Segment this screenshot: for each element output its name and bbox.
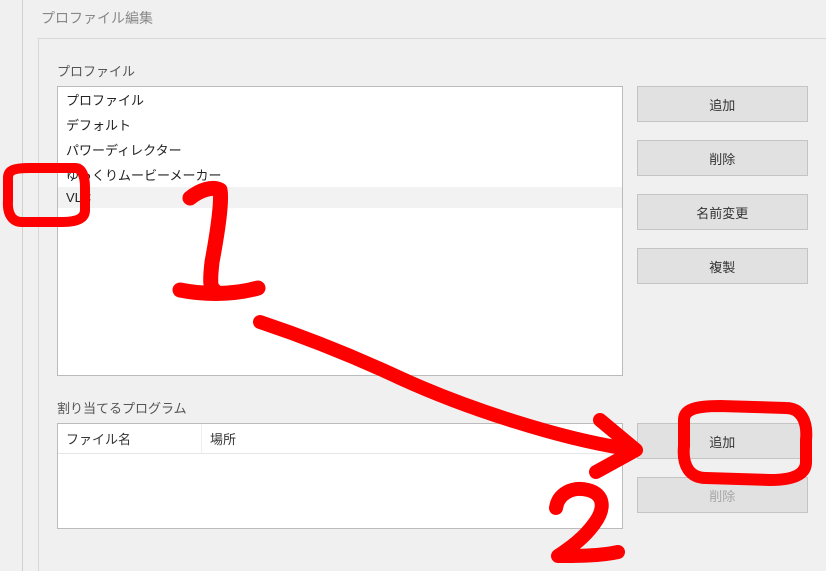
dialog-panel: プロファイル プロファイルデフォルトパワーディレクターゆっくりムービーメーカーV…: [38, 38, 826, 571]
profiles-label: プロファイル: [57, 61, 808, 80]
assign-table[interactable]: ファイル名 場所: [57, 423, 623, 529]
assign-section: 割り当てるプログラム ファイル名 場所 追加 削除: [57, 398, 808, 529]
assign-add-button[interactable]: 追加: [637, 423, 808, 459]
dialog-window: プロファイル編集 プロファイル プロファイルデフォルトパワーディレクターゆっくり…: [22, 0, 826, 571]
profiles-delete-button[interactable]: 削除: [637, 140, 808, 176]
column-filename[interactable]: ファイル名: [58, 424, 202, 453]
profiles-listbox[interactable]: プロファイルデフォルトパワーディレクターゆっくりムービーメーカーVLC: [57, 86, 623, 376]
profiles-duplicate-button[interactable]: 複製: [637, 248, 808, 284]
profiles-list-item[interactable]: パワーディレクター: [58, 137, 622, 162]
profiles-buttons: 追加 削除 名前変更 複製: [637, 86, 808, 284]
profiles-list-item[interactable]: ゆっくりムービーメーカー: [58, 162, 622, 187]
profiles-add-button[interactable]: 追加: [637, 86, 808, 122]
profiles-list-item[interactable]: デフォルト: [58, 112, 622, 137]
dialog-title: プロファイル編集: [23, 0, 826, 32]
assign-row: ファイル名 場所 追加 削除: [57, 423, 808, 529]
assign-label: 割り当てるプログラム: [57, 398, 808, 417]
profiles-list-item[interactable]: プロファイル: [58, 87, 622, 112]
column-location[interactable]: 場所: [202, 424, 622, 453]
assign-delete-button: 削除: [637, 477, 808, 513]
assign-table-header: ファイル名 場所: [58, 424, 622, 454]
profiles-rename-button[interactable]: 名前変更: [637, 194, 808, 230]
profiles-list-item[interactable]: VLC: [58, 187, 622, 208]
assign-buttons: 追加 削除: [637, 423, 808, 513]
profiles-row: プロファイルデフォルトパワーディレクターゆっくりムービーメーカーVLC 追加 削…: [57, 86, 808, 376]
